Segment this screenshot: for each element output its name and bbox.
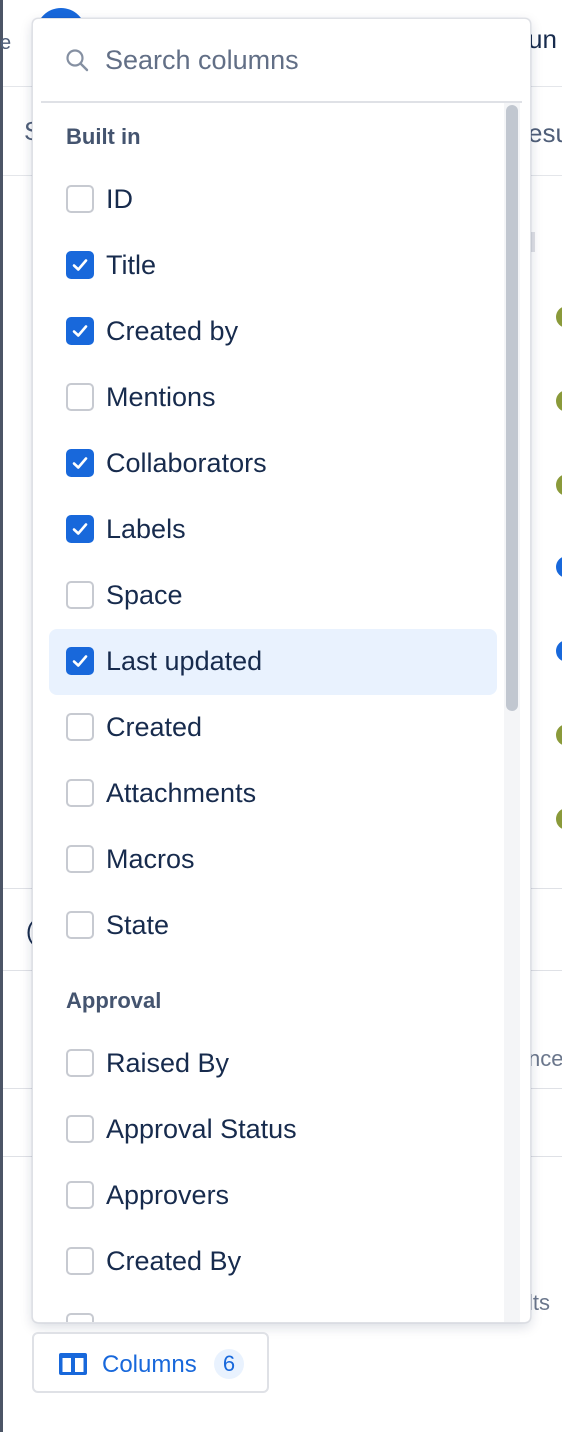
checkbox[interactable] — [66, 185, 94, 213]
columns-count-badge: 6 — [214, 1349, 244, 1379]
search-input[interactable] — [105, 37, 505, 83]
columns-icon — [58, 1352, 88, 1381]
column-option-label: Raised By — [106, 1048, 230, 1078]
column-option-title[interactable]: Title — [49, 233, 497, 299]
column-option-space[interactable]: Space — [49, 563, 497, 629]
column-option-label: Created by — [106, 316, 239, 346]
column-option-label: Macros — [106, 844, 195, 874]
checkbox[interactable] — [66, 1115, 94, 1143]
column-option-labels[interactable]: Labels — [49, 497, 497, 563]
column-option-state[interactable]: State — [49, 893, 497, 959]
columns-button-label: Columns — [102, 1351, 197, 1378]
column-option-label: Last updated — [106, 646, 263, 676]
column-option-label: Approvers — [106, 1180, 230, 1210]
column-option-last-updated[interactable]: Last updated — [49, 629, 497, 695]
search-icon — [65, 48, 89, 72]
row-avatar — [556, 640, 562, 662]
checkbox[interactable] — [66, 1181, 94, 1209]
checkbox[interactable] — [66, 911, 94, 939]
checkbox-checked[interactable] — [66, 317, 94, 345]
checkbox[interactable] — [66, 581, 94, 609]
column-option-collaborators[interactable]: Collaborators — [49, 431, 497, 497]
column-option-label: ID — [106, 184, 133, 214]
checkbox[interactable] — [66, 383, 94, 411]
checkbox-checked[interactable] — [66, 449, 94, 477]
column-option-label: Created By — [106, 1246, 242, 1276]
column-option-created-by[interactable]: Created by — [49, 299, 497, 365]
checkbox-checked[interactable] — [66, 647, 94, 675]
columns-button[interactable]: Columns 6 — [32, 1332, 269, 1393]
section-heading: Built in — [66, 124, 141, 149]
row-avatar — [556, 724, 562, 746]
column-option-label: Labels — [106, 514, 186, 544]
checkbox[interactable] — [66, 845, 94, 873]
header-title: un — [528, 24, 557, 54]
row-avatar — [556, 808, 562, 830]
column-option-id[interactable]: ID — [49, 167, 497, 233]
column-option-approvers[interactable]: Approvers — [49, 1163, 497, 1229]
search-divider — [41, 101, 522, 103]
column-option-label: Mentions — [106, 382, 216, 412]
side-text: nce — [528, 1046, 562, 1071]
checkbox-checked[interactable] — [66, 251, 94, 279]
scrollbar-thumb[interactable] — [506, 105, 518, 711]
column-option-mentions[interactable]: Mentions — [49, 365, 497, 431]
header-left-text: e — [0, 32, 12, 54]
checkbox[interactable] — [66, 779, 94, 807]
checkbox[interactable] — [66, 1313, 94, 1322]
column-option-created[interactable]: Created — [49, 695, 497, 761]
checkbox[interactable] — [66, 1049, 94, 1077]
row-avatar — [556, 306, 562, 328]
column-option-label: Created — [106, 712, 203, 742]
toolbar-right-text: esu — [528, 118, 562, 148]
column-picker-dropdown: Built in ID Title Created by Mentions Collabo… — [32, 18, 531, 1323]
side-text: lts — [528, 1290, 550, 1315]
row-avatar — [556, 556, 562, 578]
row-avatar — [556, 474, 562, 496]
checkbox[interactable] — [66, 1247, 94, 1275]
column-option-raised-by[interactable]: Raised By — [49, 1031, 497, 1097]
row-avatar — [556, 390, 562, 412]
column-option-created-by[interactable]: Created By — [49, 1229, 497, 1295]
column-option-approval-status[interactable]: Approval Status — [49, 1097, 497, 1163]
column-option-macros[interactable]: Macros — [49, 827, 497, 893]
column-divider — [531, 232, 535, 252]
search-row — [33, 19, 530, 101]
column-option-label: Title — [106, 250, 157, 280]
column-option-label: Collaborators — [106, 448, 267, 478]
column-option-attachments[interactable]: Attachments — [49, 761, 497, 827]
column-option-label: Approval Status — [106, 1114, 297, 1144]
column-option-label: State — [106, 910, 170, 940]
app-sidebar-edge — [0, 0, 3, 1432]
column-option-label: Attachments — [106, 778, 257, 808]
column-option-label: Space — [106, 580, 183, 610]
section-heading: Approval — [66, 988, 162, 1013]
checkbox[interactable] — [66, 713, 94, 741]
checkbox-checked[interactable] — [66, 515, 94, 543]
